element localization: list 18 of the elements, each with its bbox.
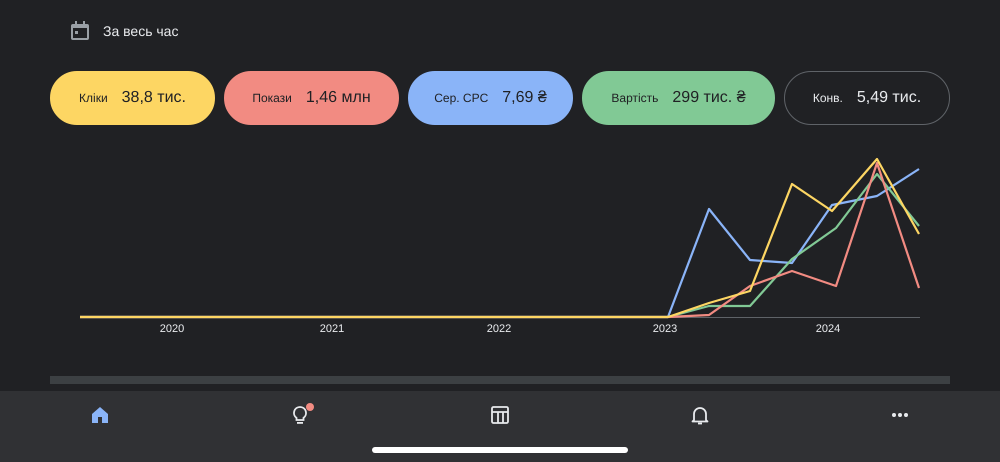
- date-range-label[interactable]: За весь час: [103, 23, 178, 39]
- axis-label: 2023: [652, 323, 678, 335]
- metric-chip[interactable]: Сер. CPC 7,69 ₴: [408, 71, 573, 125]
- axis-label: 2020: [160, 323, 184, 335]
- metric-chip[interactable]: Покази 1,46 млн: [224, 71, 399, 125]
- calendar-icon: [69, 20, 91, 42]
- notification-dot: [306, 403, 314, 411]
- axis-label: 2022: [486, 323, 512, 335]
- metric-chip[interactable]: Конв. 5,49 тис.: [784, 71, 950, 125]
- table-icon: [491, 406, 509, 424]
- axis-label: 2024: [816, 323, 840, 335]
- metric-chip[interactable]: Вартість 299 тис. ₴: [582, 71, 775, 125]
- metric-chip[interactable]: Кліки 38,8 тис.: [50, 71, 215, 125]
- axis-label: 2021: [320, 323, 344, 335]
- lightbulb-icon: [291, 405, 309, 425]
- home-icon: [91, 406, 109, 424]
- bell-icon: [691, 405, 709, 425]
- more-icon: [891, 412, 909, 418]
